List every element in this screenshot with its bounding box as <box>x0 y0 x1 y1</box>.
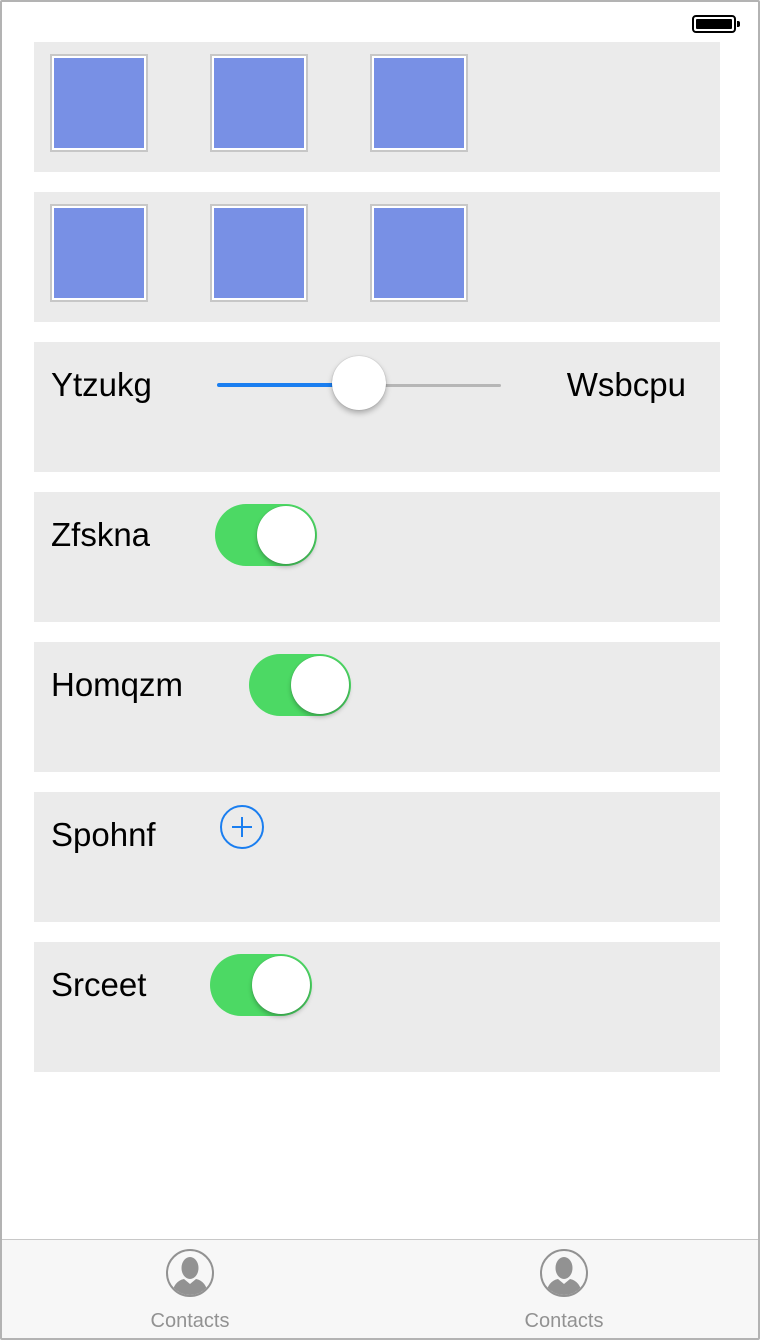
image-tile[interactable] <box>370 204 468 302</box>
tab-bar: Contacts Contacts <box>2 1239 758 1338</box>
toggle-knob <box>252 956 310 1014</box>
battery-icon <box>692 15 740 33</box>
tab-contacts-1[interactable]: Contacts <box>80 1240 300 1338</box>
status-bar <box>2 2 758 42</box>
toggle-switch[interactable] <box>215 504 317 566</box>
contact-person-icon <box>166 1249 214 1297</box>
toggle-knob <box>291 656 349 714</box>
toggle-switch[interactable] <box>210 954 312 1016</box>
image-tile[interactable] <box>50 204 148 302</box>
slider-thumb[interactable] <box>332 356 386 410</box>
image-tile[interactable] <box>210 54 308 152</box>
toggle-knob <box>257 506 315 564</box>
tab-label: Contacts <box>524 1310 604 1332</box>
add-row-spohnf: Spohnf <box>34 792 720 922</box>
tile-row-1 <box>34 42 720 172</box>
slider-label-left: Ytzukg <box>51 366 152 403</box>
contact-person-icon <box>540 1249 588 1297</box>
toggle-label: Zfskna <box>51 516 151 553</box>
toggle-label: Srceet <box>51 966 147 1003</box>
plus-circle-icon[interactable] <box>220 805 264 849</box>
tab-label: Contacts <box>150 1310 230 1332</box>
add-row-label: Spohnf <box>51 816 156 853</box>
toggle-label: Homqzm <box>51 666 184 703</box>
app-screen: Ytzukg Wsbcpu Zfskna Homqzm Spohnf Srcee… <box>0 0 760 1340</box>
slider-label-right: Wsbcpu <box>566 366 686 403</box>
tab-contacts-2[interactable]: Contacts <box>454 1240 674 1338</box>
toggle-row-srceet: Srceet <box>34 942 720 1072</box>
toggle-row-homqzm: Homqzm <box>34 642 720 772</box>
slider-row: Ytzukg Wsbcpu <box>34 342 720 472</box>
image-tile[interactable] <box>370 54 468 152</box>
tile-row-2 <box>34 192 720 322</box>
toggle-switch[interactable] <box>249 654 351 716</box>
image-tile[interactable] <box>50 54 148 152</box>
image-tile[interactable] <box>210 204 308 302</box>
toggle-row-zfskna: Zfskna <box>34 492 720 622</box>
